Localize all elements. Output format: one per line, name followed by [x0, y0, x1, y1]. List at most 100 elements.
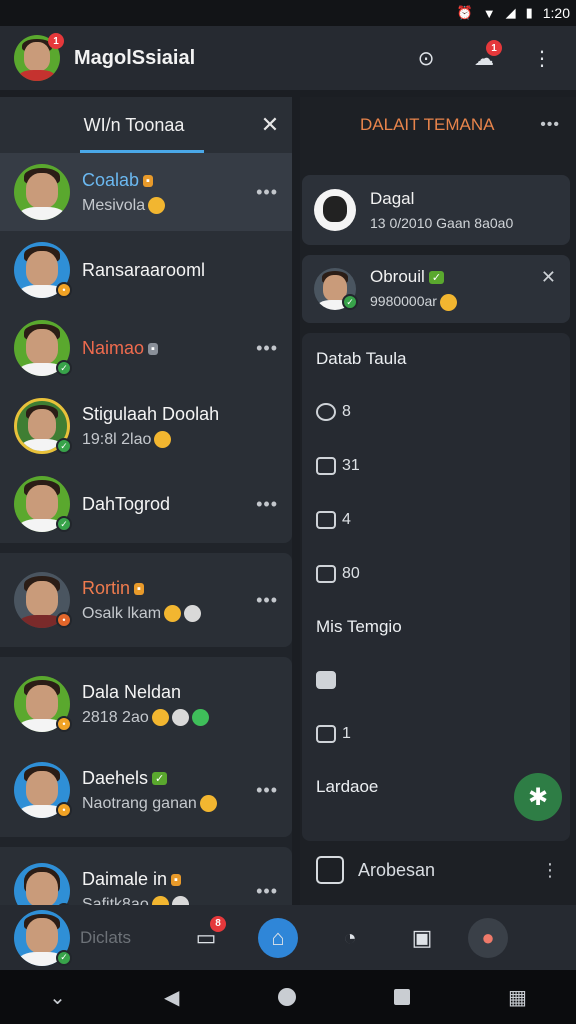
contact-more-button[interactable]: •••	[256, 590, 278, 611]
nav-video[interactable]: ▣	[396, 912, 448, 964]
detail-card[interactable]: ✓ Obrouil ✓ 9980000ar ✕	[302, 255, 570, 323]
status-icon: •	[56, 612, 72, 628]
grid-icon	[316, 511, 336, 529]
contact-more-button[interactable]: •••	[256, 182, 278, 203]
contact-group: • Dala Neldan 2818 2ao • Daehels ✓ Naotra…	[0, 657, 292, 837]
contact-name: Dala Neldan	[82, 681, 182, 702]
card-title: Dagal	[370, 189, 415, 208]
home-system-button[interactable]	[277, 988, 296, 1006]
stat-row[interactable]: 4	[316, 493, 556, 547]
avatar	[14, 164, 70, 220]
contact-name: Ransaraarooml	[82, 259, 206, 280]
details-footer[interactable]: Arobesan ⋮	[300, 835, 576, 905]
sparkle-icon: ✱	[527, 783, 549, 811]
card-subtitle: 9980000ar	[370, 293, 437, 310]
contact-name: Coalab	[82, 169, 140, 190]
status-bar: ⏰ ▼ ◢ ▮ 1:20	[0, 0, 576, 26]
chevron-down-icon[interactable]: ⌄	[49, 985, 66, 1010]
contact-item[interactable]: ✓ DahTogrod •••	[0, 465, 292, 543]
more-vert-icon: ⋮	[532, 47, 552, 70]
status-icon: ✓	[342, 294, 358, 310]
contact-more-button[interactable]: •••	[256, 338, 278, 359]
overflow-menu-button[interactable]: ⋮	[522, 38, 562, 78]
status-icon: •	[56, 802, 72, 818]
contact-more-button[interactable]: •••	[256, 780, 278, 801]
contact-more-button[interactable]: •••	[256, 881, 278, 902]
wifi-icon: ▼	[482, 5, 496, 21]
details-panel: DALAIT TEMANA ••• Dagal 13 0/2010 Gaan 8…	[300, 97, 576, 905]
recents-button[interactable]	[393, 989, 410, 1005]
contact-name: Rortin	[82, 577, 131, 598]
tag-icon: ▪	[171, 873, 181, 886]
my-name-label: Diclats	[80, 927, 132, 947]
contact-item[interactable]: ✓ Stigulaah Doolah 19:8l 2lao	[0, 387, 292, 465]
stat-value: 4	[342, 511, 351, 528]
search-button[interactable]: ⊙	[406, 38, 446, 78]
contact-message: Osalk lkam	[82, 604, 162, 622]
status-icon: ✓	[56, 360, 72, 376]
tab-contacts[interactable]: WI/n Toonaa	[0, 115, 248, 136]
contact-item[interactable]: • Dala Neldan 2818 2ao	[0, 661, 292, 747]
contact-group: • Rortin ▪ Osalk lkam •••	[0, 553, 292, 647]
contact-item[interactable]: • Ransaraarooml	[0, 231, 292, 309]
app-title: MagolSsiaial	[74, 46, 196, 69]
footer-more-button[interactable]: ⋮	[541, 860, 560, 881]
profile-icon: ●	[481, 924, 495, 950]
back-button[interactable]: ◀	[164, 985, 179, 1010]
stat-row[interactable]: 8	[316, 385, 556, 439]
emoji-icon	[151, 708, 169, 726]
stat-row[interactable]: 31	[316, 439, 556, 493]
emoji-icon	[199, 794, 217, 812]
emoji-icon	[154, 430, 172, 448]
stat-row[interactable]: 1	[316, 707, 556, 761]
comment-icon: ◔	[343, 924, 357, 950]
emoji-icon	[164, 604, 182, 622]
message-icon	[316, 565, 336, 583]
contact-name: Stigulaah Doolah	[82, 403, 220, 424]
stat-value: 1	[342, 725, 351, 742]
close-icon: ✕	[540, 267, 556, 287]
fab-button[interactable]: ✱	[514, 773, 562, 821]
card-title: Obrouil	[370, 267, 425, 287]
emoji-icon	[439, 293, 457, 311]
notifications-button[interactable]: ☁ 1	[464, 38, 504, 78]
stat-value: 31	[342, 457, 360, 474]
contact-name: Daimale in	[82, 868, 168, 889]
contact-name: Daehels	[82, 767, 149, 788]
nav-messages[interactable]: ▭ 8	[180, 912, 232, 964]
card-subtitle: 13 0/2010 Gaan 8a0a0	[370, 215, 514, 231]
section-title: Mis Temgio	[316, 617, 402, 636]
nav-comments[interactable]: ◔	[324, 912, 376, 964]
close-panel-button[interactable]: ✕	[248, 112, 292, 138]
details-title: DALAIT TEMANA	[360, 115, 495, 134]
contact-message: Naotrang ganan	[82, 794, 197, 812]
status-icon: ✓	[56, 949, 72, 966]
contact-item[interactable]: Coalab ▪ Mesivola •••	[0, 153, 292, 231]
nav-home[interactable]: ⌂	[258, 917, 298, 958]
detail-card[interactable]: Dagal 13 0/2010 Gaan 8a0a0	[302, 175, 570, 245]
contact-more-button[interactable]: •••	[256, 494, 278, 515]
contact-item[interactable]: • Daehels ✓ Naotrang ganan •••	[0, 747, 292, 833]
stat-row[interactable]	[316, 653, 556, 707]
stat-row[interactable]: 80	[316, 547, 556, 601]
dismiss-card-button[interactable]: ✕	[541, 267, 556, 288]
contacts-panel: WI/n Toonaa ✕ Coalab ▪ Mesivola ••• • Ran…	[0, 97, 292, 935]
tag-icon: ✓	[428, 271, 445, 285]
stat-value: 8	[342, 403, 351, 420]
status-icon: ✓	[56, 438, 72, 454]
details-more-button[interactable]: •••	[540, 116, 560, 134]
calendar-icon	[316, 457, 336, 475]
details-header: DALAIT TEMANA •••	[300, 97, 576, 153]
contact-item[interactable]: • Rortin ▪ Osalk lkam •••	[0, 561, 292, 639]
my-avatar[interactable]: ✓	[14, 909, 72, 966]
keyboard-icon[interactable]: ▦	[508, 985, 527, 1010]
contact-message: 19:8l 2lao	[82, 430, 152, 448]
user-avatar[interactable]: 1	[14, 33, 64, 81]
stats-panel: Datab Taula 8 31 4 80 Mis Temgio 1 Larda…	[302, 333, 570, 841]
contact-name: Naimao	[82, 337, 145, 358]
emoji-icon	[171, 708, 189, 726]
home-icon: ⌂	[271, 924, 285, 950]
nav-profile[interactable]: ●	[468, 917, 508, 958]
contact-item[interactable]: ✓ Naimao ▪ •••	[0, 309, 292, 387]
emoji-icon	[191, 708, 209, 726]
